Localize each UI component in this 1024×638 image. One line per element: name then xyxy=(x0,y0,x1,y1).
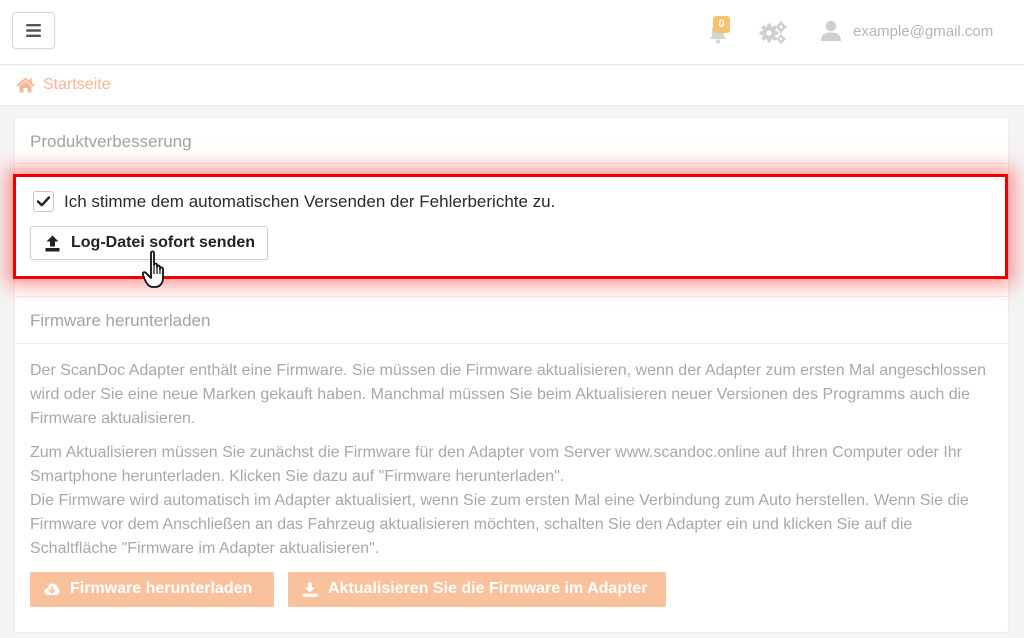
consent-checkbox[interactable] xyxy=(33,191,54,212)
section-divider xyxy=(15,163,1008,164)
gears-icon[interactable] xyxy=(758,20,788,44)
top-bar: 0 example@gmail.com xyxy=(0,0,1024,65)
cloud-download-icon xyxy=(44,583,60,595)
checkmark-icon xyxy=(37,196,50,207)
section-divider xyxy=(15,343,1008,344)
consent-label[interactable]: Ich stimme dem automatischen Versenden d… xyxy=(64,192,555,212)
user-icon[interactable] xyxy=(820,20,842,42)
product-improvement-title: Produktverbesserung xyxy=(30,132,192,151)
section-divider xyxy=(15,296,1008,297)
breadcrumb: Startseite xyxy=(0,66,1024,106)
download-icon xyxy=(302,582,318,597)
firmware-instructions: Zum Aktualisieren müssen Sie zunächst di… xyxy=(30,441,990,561)
update-firmware-button[interactable]: Aktualisieren Sie die Firmware im Adapte… xyxy=(288,572,666,607)
consent-highlight-box: Ich stimme dem automatischen Versenden d… xyxy=(13,174,1008,288)
download-firmware-button[interactable]: Firmware herunterladen xyxy=(30,572,274,607)
user-email[interactable]: example@gmail.com xyxy=(853,23,993,40)
update-firmware-label: Aktualisieren Sie die Firmware im Adapte… xyxy=(328,580,648,597)
breadcrumb-home-link[interactable]: Startseite xyxy=(43,76,111,94)
download-firmware-label: Firmware herunterladen xyxy=(70,580,253,597)
firmware-title: Firmware herunterladen xyxy=(30,311,211,330)
firmware-description: Der ScanDoc Adapter enthält eine Firmwar… xyxy=(30,362,987,427)
notification-badge: 0 xyxy=(713,16,730,33)
firmware-instructions-line: Die Firmware wird automatisch im Adapter… xyxy=(30,492,969,557)
firmware-instructions-line: Zum Aktualisieren müssen Sie zunächst di… xyxy=(30,444,962,485)
home-icon[interactable] xyxy=(16,77,35,93)
menu-icon xyxy=(26,24,41,37)
menu-button[interactable] xyxy=(12,12,55,49)
upload-icon xyxy=(45,235,60,252)
hand-cursor-icon xyxy=(142,250,164,288)
